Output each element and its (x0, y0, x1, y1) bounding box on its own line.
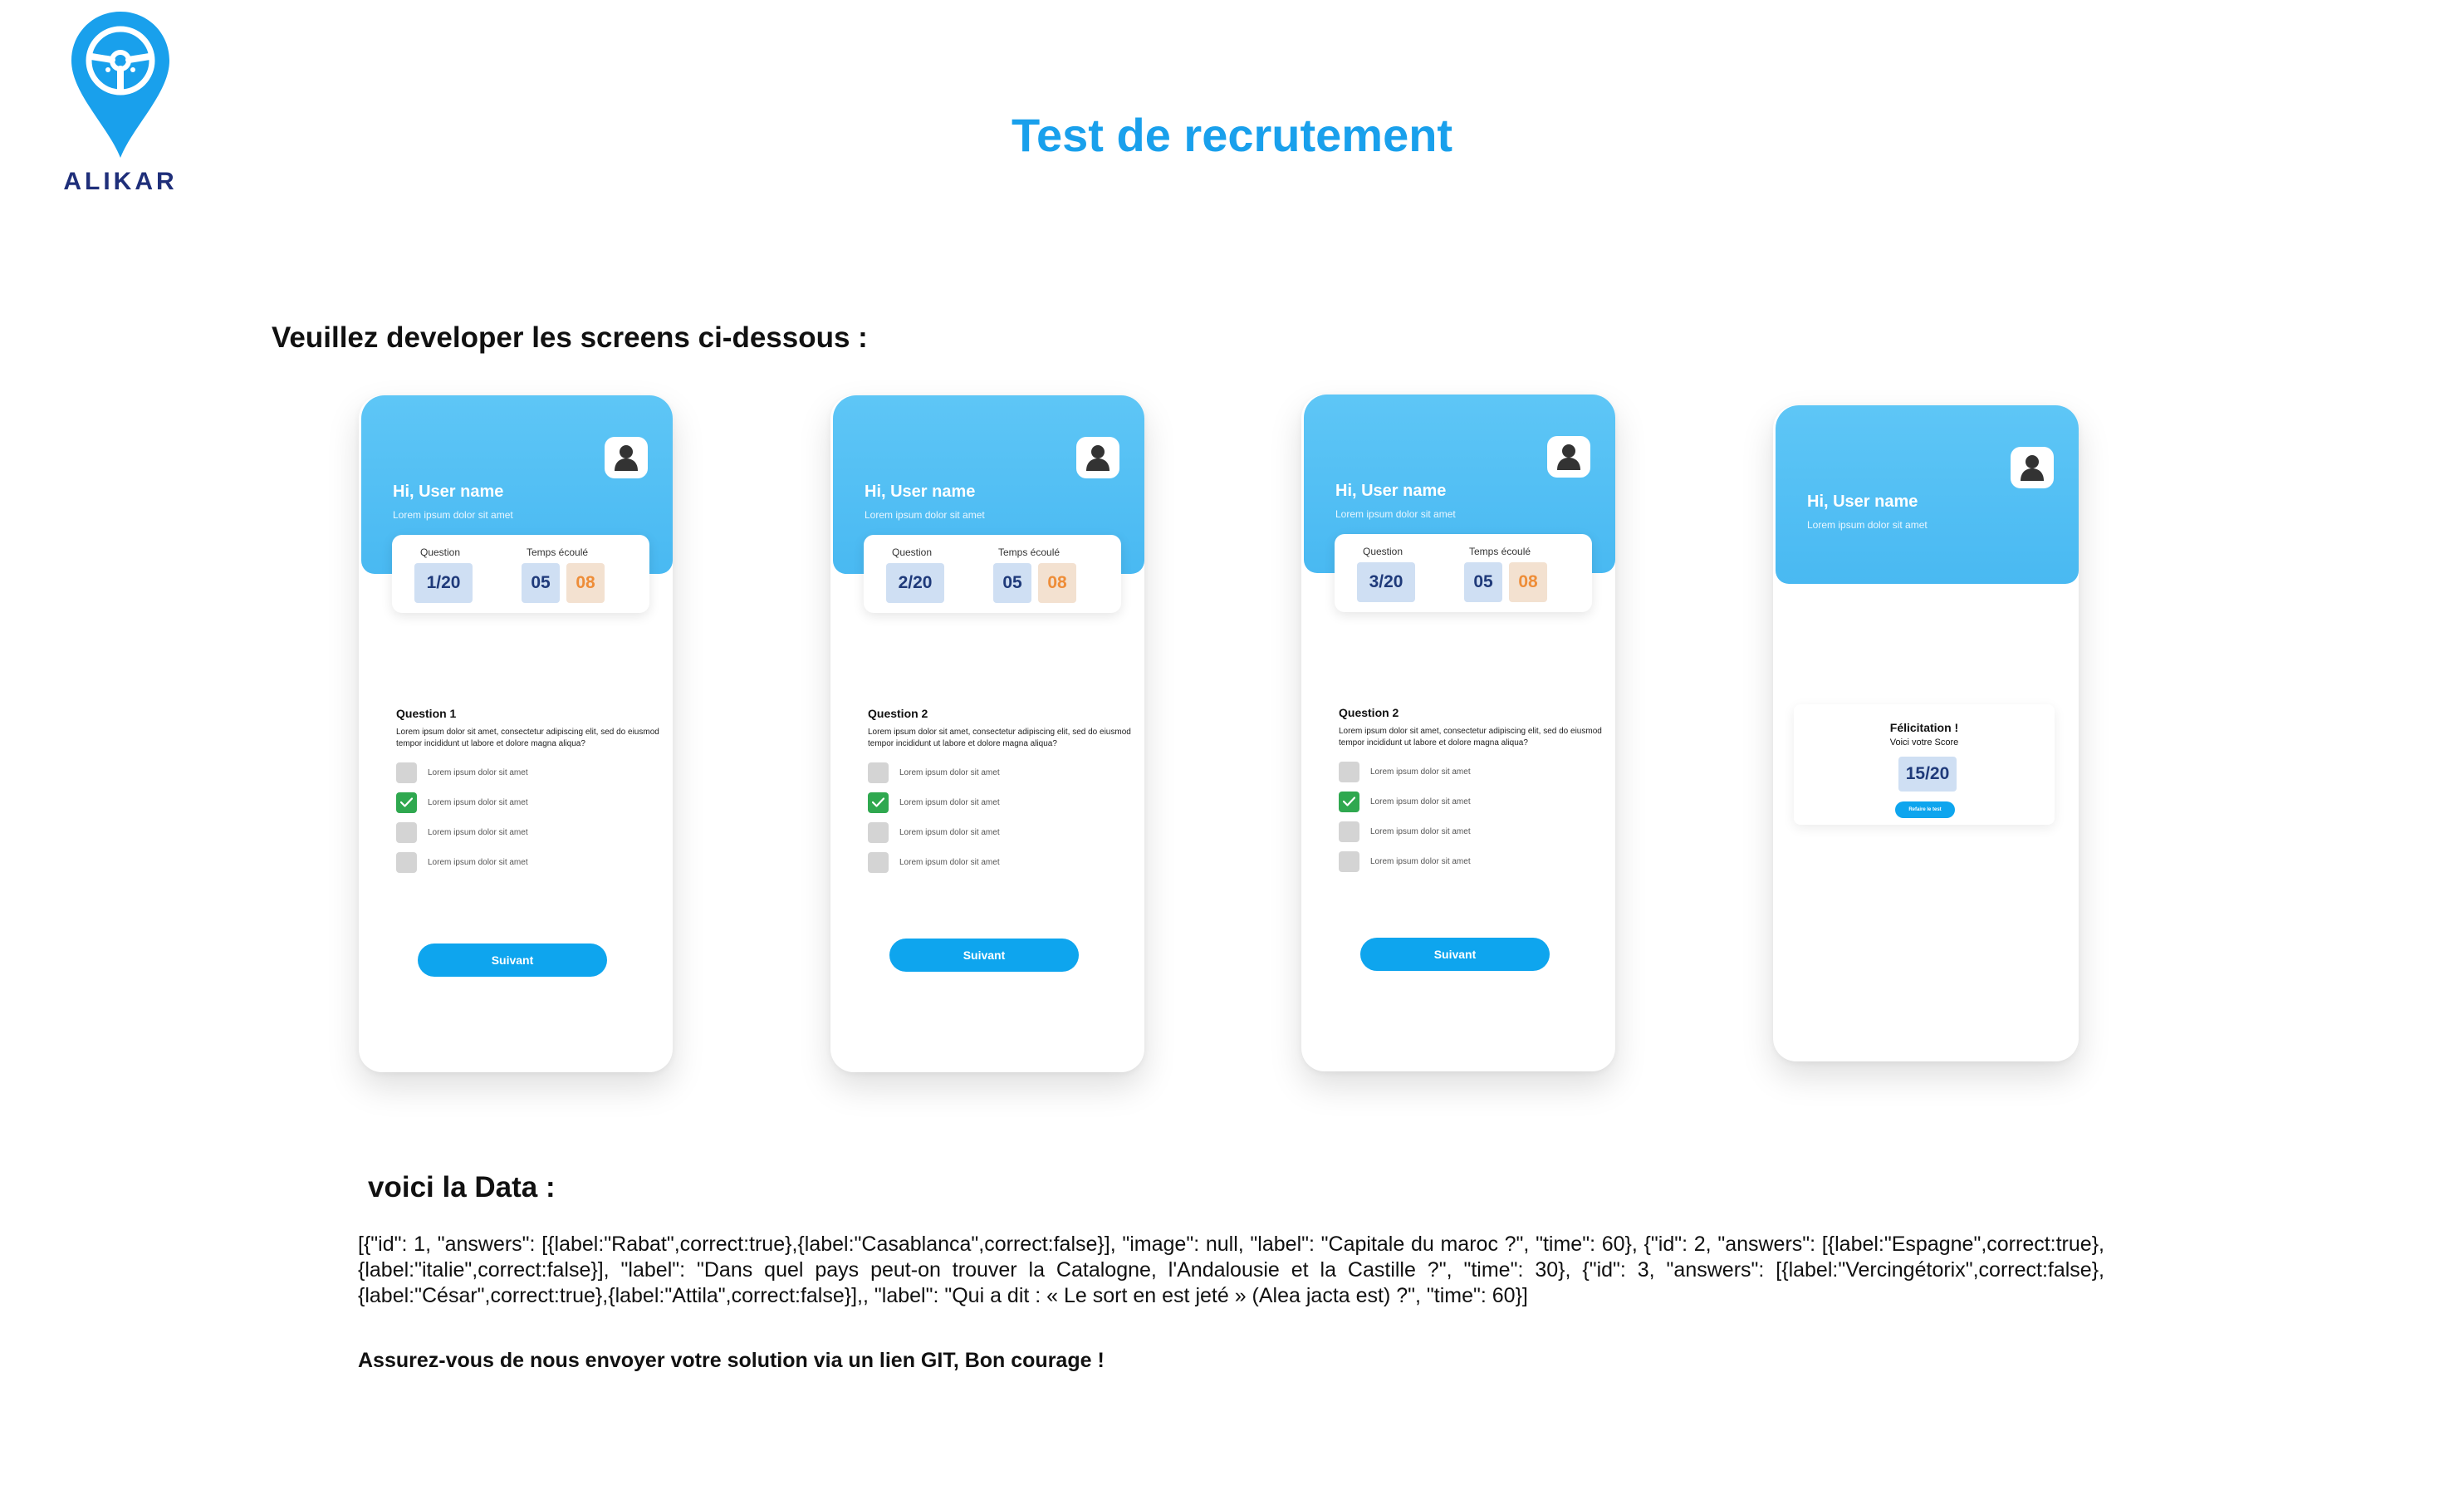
result-screen: Hi, User name Lorem ipsum dolor sit amet… (1773, 405, 2079, 1061)
checkbox[interactable] (868, 852, 889, 873)
data-json-text: [{"id": 1, "answers": [{label:"Rabat",co… (358, 1233, 2104, 1307)
time-label: Temps écoulé (1469, 546, 1531, 557)
checkbox[interactable] (868, 762, 889, 783)
question-text: Lorem ipsum dolor sit amet, consectetur … (396, 728, 659, 748)
score-value: 15/20 (1898, 757, 1957, 792)
score-card: Félicitation ! Voici votre Score 15/20 R… (1794, 704, 2055, 825)
quiz-screen-3: Hi, User name Lorem ipsum dolor sit amet… (1301, 395, 1615, 1071)
checkbox[interactable] (868, 822, 889, 843)
answer-label: Lorem ipsum dolor sit amet (428, 828, 528, 837)
answer-option[interactable]: Lorem ipsum dolor sit amet (396, 762, 645, 784)
page-title: Test de recrutement (1011, 109, 1453, 161)
answer-label: Lorem ipsum dolor sit amet (428, 798, 528, 807)
next-button[interactable]: Suivant (1360, 938, 1550, 971)
instruction-heading: Veuillez developer les screens ci-dessou… (272, 321, 868, 354)
user-icon (1086, 445, 1110, 471)
screen-header: Hi, User name Lorem ipsum dolor sit amet (1776, 405, 2079, 584)
greeting: Hi, User name (393, 483, 504, 501)
timer-seconds: 08 (1509, 562, 1547, 602)
checkbox-checked[interactable] (868, 792, 889, 813)
question-title: Question 1 (396, 707, 457, 720)
answer-option[interactable]: Lorem ipsum dolor sit amet (868, 792, 1117, 814)
next-button[interactable]: Suivant (889, 939, 1079, 972)
checkbox[interactable] (396, 762, 417, 783)
answer-label: Lorem ipsum dolor sit amet (1370, 797, 1471, 806)
question-counter: 2/20 (886, 563, 944, 603)
question-label: Question (892, 546, 933, 558)
answer-label: Lorem ipsum dolor sit amet (899, 768, 1000, 777)
answer-label: Lorem ipsum dolor sit amet (899, 798, 1000, 807)
footer-note: Assurez-vous de nous envoyer votre solut… (358, 1349, 1105, 1372)
quiz-screen-2: Hi, User name Lorem ipsum dolor sit amet… (830, 395, 1144, 1072)
answer-label: Lorem ipsum dolor sit amet (899, 858, 1000, 867)
checkbox[interactable] (1339, 851, 1359, 872)
checkbox[interactable] (396, 822, 417, 843)
timer-seconds: 08 (1038, 563, 1076, 603)
user-icon (1557, 444, 1580, 470)
data-heading: voici la Data : (368, 1171, 556, 1203)
answer-option[interactable]: Lorem ipsum dolor sit amet (1339, 821, 1588, 843)
answer-option[interactable]: Lorem ipsum dolor sit amet (1339, 851, 1588, 873)
checkbox[interactable] (1339, 821, 1359, 842)
answer-option[interactable]: Lorem ipsum dolor sit amet (868, 822, 1117, 844)
question-text: Lorem ipsum dolor sit amet, consectetur … (1339, 727, 1602, 747)
question-counter: 3/20 (1357, 562, 1415, 602)
check-icon (400, 797, 413, 807)
progress-panel: Question Temps écoulé 3/20 05 : 08 (1335, 534, 1592, 612)
answer-label: Lorem ipsum dolor sit amet (428, 768, 528, 777)
greeting: Hi, User name (1335, 482, 1447, 500)
check-icon (872, 797, 884, 807)
answer-option[interactable]: Lorem ipsum dolor sit amet (1339, 762, 1588, 783)
avatar[interactable] (2011, 447, 2054, 488)
timer-seconds: 08 (566, 563, 605, 603)
answer-option[interactable]: Lorem ipsum dolor sit amet (868, 762, 1117, 784)
timer-minutes: 05 (993, 563, 1031, 603)
avatar[interactable] (1547, 436, 1590, 478)
avatar[interactable] (1076, 437, 1119, 478)
checkbox[interactable] (396, 852, 417, 873)
question-label: Question (420, 546, 461, 558)
question-label: Question (1363, 546, 1403, 557)
greeting-subtitle: Lorem ipsum dolor sit amet (393, 509, 513, 521)
answer-option[interactable]: Lorem ipsum dolor sit amet (396, 822, 645, 844)
answer-label: Lorem ipsum dolor sit amet (1370, 857, 1471, 866)
time-label: Temps écoulé (998, 546, 1061, 558)
answer-option[interactable]: Lorem ipsum dolor sit amet (868, 852, 1117, 874)
retry-button[interactable]: Refaire le test (1895, 801, 1955, 818)
avatar[interactable] (605, 437, 648, 478)
answer-label: Lorem ipsum dolor sit amet (1370, 827, 1471, 836)
time-label: Temps écoulé (527, 546, 589, 558)
timer-minutes: 05 (522, 563, 560, 603)
score-caption: Voici votre Score (1889, 738, 1959, 747)
next-button[interactable]: Suivant (418, 944, 607, 977)
question-title: Question 2 (1339, 706, 1399, 719)
user-icon (615, 445, 638, 471)
answer-option[interactable]: Lorem ipsum dolor sit amet (396, 852, 645, 874)
greeting: Hi, User name (1807, 493, 1918, 511)
user-icon (2021, 455, 2044, 481)
greeting-subtitle: Lorem ipsum dolor sit amet (1335, 508, 1456, 520)
question-text: Lorem ipsum dolor sit amet, consectetur … (868, 728, 1131, 748)
answer-label: Lorem ipsum dolor sit amet (899, 828, 1000, 837)
greeting-subtitle: Lorem ipsum dolor sit amet (1807, 519, 1928, 531)
answer-label: Lorem ipsum dolor sit amet (428, 858, 528, 867)
progress-panel: Question Temps écoulé 2/20 05 : 08 (864, 535, 1121, 613)
brand-name: ALIKAR (63, 168, 178, 195)
checkbox-checked[interactable] (1339, 792, 1359, 812)
answer-option[interactable]: Lorem ipsum dolor sit amet (396, 792, 645, 814)
question-title: Question 2 (868, 707, 928, 720)
answer-label: Lorem ipsum dolor sit amet (1370, 767, 1471, 777)
check-icon (1343, 796, 1355, 806)
checkbox[interactable] (1339, 762, 1359, 782)
progress-panel: Question Temps écoulé 1/20 05 : 08 (392, 535, 649, 613)
greeting-subtitle: Lorem ipsum dolor sit amet (865, 509, 985, 521)
timer-minutes: 05 (1464, 562, 1502, 602)
quiz-screen-1: Hi, User name Lorem ipsum dolor sit amet… (359, 395, 673, 1072)
alikar-logo: ALIKAR (50, 10, 191, 201)
question-counter: 1/20 (414, 563, 473, 603)
checkbox-checked[interactable] (396, 792, 417, 813)
greeting: Hi, User name (865, 483, 976, 501)
congrats-title: Félicitation ! (1889, 721, 1959, 734)
answer-option[interactable]: Lorem ipsum dolor sit amet (1339, 792, 1588, 813)
